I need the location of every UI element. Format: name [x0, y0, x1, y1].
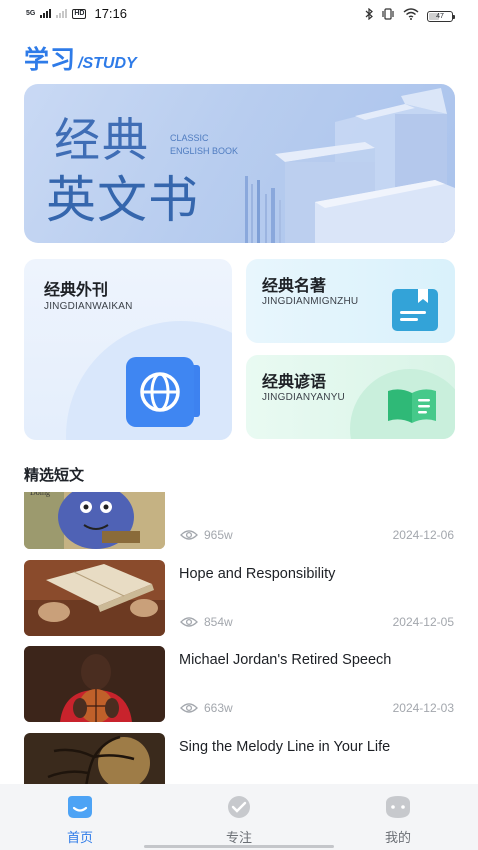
- bookmark-book-icon: [392, 289, 438, 331]
- books-illustration: [245, 88, 455, 243]
- hd-badge: HD: [72, 8, 87, 19]
- article-title: Michael Jordan's Retired Speech: [179, 652, 392, 668]
- page-title-cn: 学习: [24, 46, 77, 74]
- globe-book-icon: [126, 357, 200, 427]
- article-thumbnail: [24, 560, 165, 636]
- article-view-count: 854w: [204, 615, 233, 629]
- page-title-en: /STUDY: [78, 55, 137, 72]
- home-indicator[interactable]: [144, 845, 334, 848]
- clock: 17:16: [94, 6, 128, 21]
- tab-profile[interactable]: 我的: [358, 794, 438, 846]
- article-thumbnail: [24, 646, 165, 722]
- bluetooth-icon: [365, 7, 373, 25]
- tab-label: 我的: [384, 830, 411, 845]
- article-title: Hope and Responsibility: [179, 566, 336, 582]
- article-view-count: 663w: [204, 701, 233, 715]
- page-title: 学习 /STUDY: [24, 40, 137, 76]
- battery-icon: 47: [427, 10, 455, 22]
- eye-icon: [180, 530, 198, 540]
- category-title: 经典谚语: [262, 374, 327, 391]
- tab-label: 首页: [66, 830, 93, 845]
- category-title: 经典名著: [262, 278, 327, 295]
- banner-subtitle: CLASSIC ENGLISH BOOK: [170, 132, 238, 158]
- classic-english-book-banner[interactable]: 经典 英文书 CLASSIC ENGLISH BOOK: [24, 84, 455, 243]
- article-views: 854w: [180, 615, 233, 629]
- eye-icon: [180, 617, 198, 627]
- svg-text:Doing: Doing: [30, 492, 50, 497]
- category-subtitle: JINGDIANYANYU: [262, 392, 345, 403]
- open-book-icon: [388, 389, 436, 423]
- profile-face-icon: [386, 796, 410, 818]
- article-date: 2024-12-05: [392, 615, 454, 629]
- category-subtitle: JINGDIANWAIKAN: [44, 301, 133, 312]
- article-item[interactable]: Sing the Melody Line in Your Life: [0, 733, 478, 784]
- article-item[interactable]: Hope and Responsibility 854w 2024-12-05: [0, 560, 478, 636]
- category-card-yanyu[interactable]: 经典谚语 JINGDIANYANYU: [246, 355, 455, 439]
- battery-percent: 47: [436, 12, 444, 20]
- tab-label: 专注: [225, 830, 252, 845]
- home-face-icon: [68, 796, 92, 818]
- article-date: 2024-12-06: [392, 528, 454, 542]
- category-card-waikan[interactable]: 经典外刊 JINGDIANWAIKAN: [24, 259, 232, 440]
- signal-secondary-icon: [56, 9, 68, 18]
- article-view-count: 965w: [204, 528, 233, 542]
- focus-check-icon: [228, 796, 250, 818]
- article-thumbnail: Doing: [24, 492, 165, 549]
- eye-icon: [180, 703, 198, 713]
- tab-home[interactable]: 首页: [40, 794, 120, 846]
- banner-subtitle-line1: CLASSIC: [170, 133, 209, 143]
- article-title: Sing the Melody Line in Your Life: [179, 739, 391, 755]
- tab-focus[interactable]: 专注: [199, 794, 279, 846]
- signal-icon: [40, 9, 52, 18]
- wifi-icon: [403, 7, 419, 25]
- status-bar: 5G HD 17:16 47: [0, 0, 478, 30]
- vibrate-icon: [381, 7, 395, 25]
- banner-subtitle-line2: ENGLISH BOOK: [170, 146, 239, 156]
- article-views: 663w: [180, 701, 233, 715]
- bottom-nav: 首页 专注 我的: [0, 784, 478, 850]
- article-item[interactable]: Michael Jordan's Retired Speech 663w 202…: [0, 646, 478, 722]
- category-title: 经典外刊: [44, 282, 109, 299]
- article-date: 2024-12-03: [392, 701, 454, 715]
- article-views: 965w: [180, 528, 233, 542]
- article-item[interactable]: Doing 965w 2024-12-06: [0, 492, 478, 549]
- article-thumbnail: [24, 733, 165, 784]
- banner-title-line2: 英文书: [46, 172, 199, 228]
- category-card-mingzhu[interactable]: 经典名著 JINGDIANMIGNZHU: [246, 259, 455, 343]
- network-type: 5G: [26, 10, 36, 17]
- section-title: 精选短文: [24, 467, 85, 484]
- category-subtitle: JINGDIANMIGNZHU: [262, 296, 359, 307]
- article-list[interactable]: Doing 965w 2024-12-06 Hope and Responsib…: [0, 492, 478, 784]
